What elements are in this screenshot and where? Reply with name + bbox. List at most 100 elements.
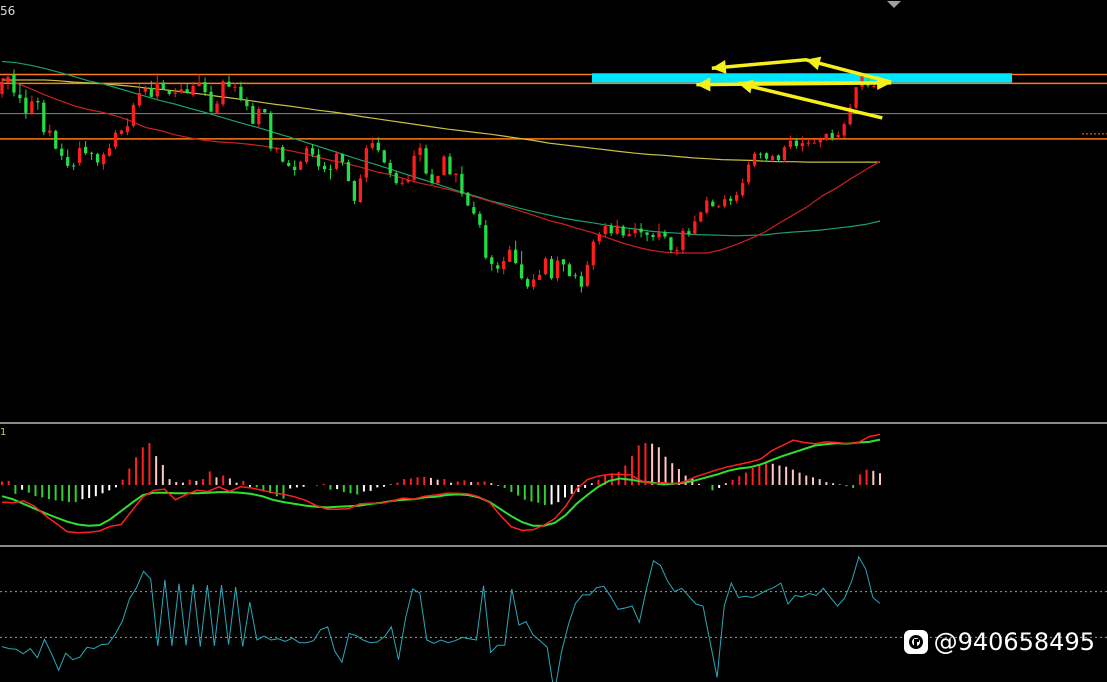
- candle-body: [78, 148, 82, 163]
- candle-body: [573, 275, 578, 277]
- candle-body: [681, 230, 685, 251]
- candle-body: [304, 148, 309, 163]
- candle-body: [764, 153, 769, 159]
- candle-body: [18, 94, 22, 99]
- candle-body: [872, 85, 876, 87]
- candle-body: [836, 135, 840, 138]
- candle-body: [531, 279, 536, 287]
- candle-body: [269, 112, 273, 149]
- candle-body: [197, 83, 201, 86]
- candle: [269, 111, 273, 152]
- candle: [436, 175, 440, 184]
- candle-body: [567, 264, 572, 277]
- candle-body: [740, 183, 745, 196]
- candle: [585, 261, 589, 288]
- candle-body: [609, 225, 613, 234]
- candle-body: [705, 200, 709, 213]
- candle-body: [6, 77, 10, 83]
- candle-body: [227, 81, 231, 87]
- candle-body: [287, 162, 291, 166]
- candle-body: [328, 168, 333, 170]
- candle-body: [412, 155, 416, 180]
- candle-body: [466, 192, 470, 206]
- candle: [699, 211, 703, 223]
- candle-body: [561, 259, 566, 265]
- candle-body: [167, 90, 171, 94]
- candle: [257, 106, 261, 127]
- candle-body: [185, 89, 189, 94]
- candle-body: [60, 148, 64, 156]
- candle: [263, 109, 267, 113]
- candle-body: [520, 264, 524, 279]
- candle-body: [436, 175, 440, 184]
- candle-body: [657, 232, 661, 238]
- candle-body: [376, 142, 380, 151]
- candle-body: [161, 82, 165, 90]
- candle-body: [382, 150, 386, 163]
- candle-body: [346, 162, 351, 182]
- macd-panel-label: 1: [0, 427, 7, 438]
- candle: [364, 145, 368, 183]
- candle-body: [418, 147, 422, 155]
- candle-body: [824, 133, 828, 140]
- candle-body: [651, 234, 655, 238]
- candle-body: [30, 101, 34, 113]
- candle-body: [723, 199, 727, 207]
- candle-body: [525, 279, 530, 287]
- candle-body: [800, 143, 804, 147]
- candle-body: [400, 182, 404, 184]
- candle-body: [66, 157, 70, 166]
- candle-body: [442, 156, 446, 176]
- candle-body: [484, 225, 488, 258]
- candle-body: [370, 143, 374, 148]
- candle-body: [54, 130, 58, 149]
- candle-body: [215, 103, 219, 113]
- candle-body: [24, 97, 28, 113]
- candle: [394, 171, 398, 185]
- candle-body: [257, 109, 261, 125]
- candle: [466, 191, 470, 207]
- candle-body: [454, 173, 458, 176]
- candle-body: [663, 232, 667, 237]
- candle: [752, 151, 757, 168]
- candle-body: [448, 156, 452, 175]
- candle-body: [603, 226, 607, 235]
- candle-body: [95, 154, 100, 163]
- candle-body: [281, 146, 285, 162]
- candle-body: [478, 213, 482, 225]
- candle-body: [107, 148, 112, 156]
- candle-body: [502, 261, 506, 270]
- candle-body: [782, 147, 787, 160]
- candle-body: [125, 126, 130, 133]
- candle-body: [358, 178, 362, 203]
- candle: [854, 87, 858, 110]
- candle-body: [293, 166, 297, 171]
- candle: [782, 145, 787, 163]
- candle-body: [209, 91, 213, 112]
- candle-body: [729, 198, 733, 201]
- candle-body: [424, 148, 428, 174]
- candle-body: [179, 89, 183, 93]
- price-corner-label: 56: [0, 4, 16, 18]
- candle-body: [788, 140, 793, 147]
- candle-body: [83, 146, 88, 154]
- candle-body: [430, 174, 434, 183]
- candle-body: [0, 81, 4, 94]
- candle: [382, 149, 386, 164]
- candle-body: [334, 153, 339, 169]
- candle: [424, 144, 428, 175]
- candle-body: [364, 148, 368, 178]
- candle-body: [472, 207, 476, 214]
- candle: [54, 129, 58, 150]
- candle: [681, 228, 685, 254]
- candle: [746, 161, 751, 185]
- candle-body: [621, 226, 625, 236]
- candle-body: [490, 257, 494, 264]
- candle-body: [203, 82, 207, 93]
- candle-body: [352, 181, 357, 201]
- target-zone-box: [592, 73, 1012, 83]
- candle-body: [394, 173, 398, 184]
- candle: [543, 256, 548, 276]
- douyin-icon: [903, 630, 928, 654]
- candle: [131, 102, 136, 128]
